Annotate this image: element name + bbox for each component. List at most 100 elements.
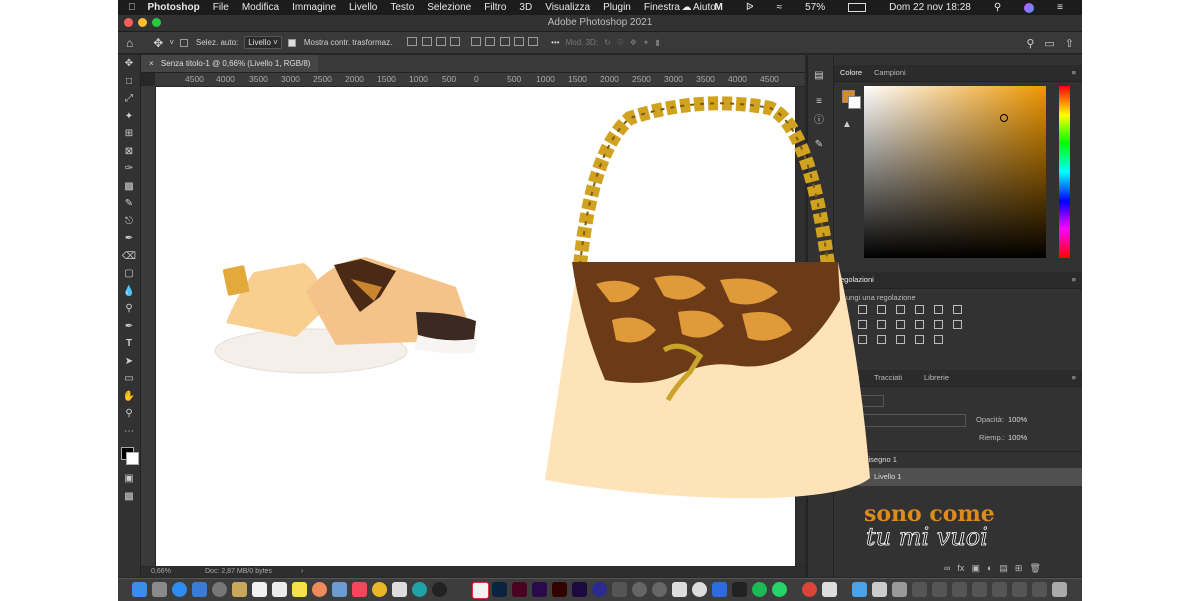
- pencil-icon[interactable]: [612, 582, 627, 597]
- magic-wand-tool-icon[interactable]: ✦: [118, 108, 140, 126]
- 3d-slide-icon[interactable]: ✦: [643, 38, 650, 47]
- rectangle-tool-icon[interactable]: ▭: [118, 370, 140, 388]
- menu-selezione[interactable]: Selezione: [427, 2, 471, 13]
- zoom-level[interactable]: 0,66%: [151, 567, 171, 577]
- background-color-swatch[interactable]: [126, 452, 139, 465]
- dodge-tool-icon[interactable]: ⚲: [118, 300, 140, 318]
- align-bottom-icon[interactable]: [499, 37, 510, 46]
- distribute-v-icon[interactable]: [513, 37, 524, 46]
- notes-icon[interactable]: [232, 582, 247, 597]
- threshold-icon[interactable]: [896, 335, 905, 344]
- finder-icon[interactable]: [132, 582, 147, 597]
- hue-saturation-icon[interactable]: [953, 305, 962, 314]
- screen-mode-icon[interactable]: ▩: [118, 488, 140, 506]
- menu-testo[interactable]: Testo: [390, 2, 414, 13]
- minimized-window-icon-3[interactable]: [952, 582, 967, 597]
- info-panel-icon[interactable]: ⓘ: [808, 110, 830, 128]
- screenshot-stack-icon[interactable]: [892, 582, 907, 597]
- 3d-orbit-icon[interactable]: ↻: [604, 38, 611, 47]
- wifi-icon[interactable]: ≈: [777, 2, 783, 13]
- move-tool-preset-icon[interactable]: ✥: [153, 36, 163, 50]
- spotify-icon[interactable]: [752, 582, 767, 597]
- tab-colore[interactable]: Colore: [840, 68, 862, 77]
- align-right-icon[interactable]: [435, 37, 446, 46]
- zoom-tool-icon[interactable]: ⚲: [118, 405, 140, 423]
- crop-tool-icon[interactable]: ⊞: [118, 125, 140, 143]
- menu-modifica[interactable]: Modifica: [242, 2, 279, 13]
- auto-select-dropdown[interactable]: Livello ˅: [244, 36, 282, 49]
- preview-icon[interactable]: [332, 582, 347, 597]
- link-layers-icon[interactable]: ∞: [944, 563, 950, 574]
- edit-toolbar-icon[interactable]: ⋯: [118, 423, 140, 441]
- downloads-folder-icon[interactable]: [852, 582, 867, 597]
- close-tab-icon[interactable]: ×: [149, 59, 154, 68]
- gradient-map-icon[interactable]: [915, 335, 924, 344]
- creative-cloud-icon[interactable]: ☁: [682, 2, 692, 13]
- new-layer-icon[interactable]: ⊞: [1015, 563, 1023, 574]
- layer-style-icon[interactable]: fx: [957, 563, 964, 574]
- vibrance-icon[interactable]: [934, 305, 943, 314]
- properties-panel-icon[interactable]: ≡: [808, 93, 830, 111]
- posterize-icon[interactable]: [877, 335, 886, 344]
- malwarebytes-icon[interactable]: M: [715, 2, 723, 13]
- photos-icon[interactable]: [312, 582, 327, 597]
- tab-tracciati[interactable]: Tracciati: [874, 373, 902, 382]
- path-selection-tool-icon[interactable]: ➤: [118, 353, 140, 371]
- workspace-icon[interactable]: ▭: [1044, 37, 1054, 50]
- blend-mode-dropdown[interactable]: [842, 414, 966, 427]
- hue-slider[interactable]: [1059, 86, 1070, 258]
- acrobat-icon[interactable]: [472, 582, 489, 599]
- photoshop-dock-icon[interactable]: [492, 582, 507, 597]
- type-tool-icon[interactable]: T: [118, 335, 140, 353]
- zoom-app-icon[interactable]: [822, 582, 837, 597]
- opacity-value[interactable]: 100%: [1008, 415, 1027, 424]
- distribute-h-icon[interactable]: [450, 37, 460, 46]
- document-stack-icon[interactable]: [872, 582, 887, 597]
- align-left-icon[interactable]: [407, 37, 418, 46]
- menu-filtro[interactable]: Filtro: [484, 2, 506, 13]
- 3d-drag-icon[interactable]: ✥: [630, 38, 637, 47]
- move-tool-icon[interactable]: ✥: [118, 55, 140, 73]
- chevron-right-icon[interactable]: ›: [301, 567, 303, 577]
- arduino-icon[interactable]: [412, 582, 427, 597]
- menu-plugin[interactable]: Plugin: [603, 2, 631, 13]
- clone-stamp-tool-icon[interactable]: ⎋: [118, 213, 140, 231]
- calendar-icon[interactable]: [252, 582, 267, 597]
- brightness-icon[interactable]: [858, 305, 867, 314]
- 3d-camera-icon[interactable]: ▮: [655, 38, 659, 47]
- brush-panel-icon[interactable]: ✎: [808, 136, 830, 154]
- align-middle-v-icon[interactable]: [485, 37, 496, 46]
- more-options-icon[interactable]: •••: [551, 38, 559, 47]
- gradient-tool-icon[interactable]: ▢: [118, 265, 140, 283]
- canvas-vertical-scrollbar[interactable]: [796, 87, 805, 566]
- color-picker-field[interactable]: [864, 86, 1046, 258]
- artboard-row[interactable]: la da disegno 1: [834, 451, 1082, 468]
- menu-livello[interactable]: Livello: [349, 2, 377, 13]
- document-info[interactable]: Doc: 2,87 MB/0 bytes: [205, 567, 272, 577]
- panel-menu-icon[interactable]: ≡: [1072, 275, 1076, 284]
- control-center-icon[interactable]: ≡: [1057, 2, 1063, 13]
- blur-tool-icon[interactable]: 💧: [118, 283, 140, 301]
- apple-icon[interactable]: : [128, 2, 136, 13]
- color-lookup-icon[interactable]: [934, 320, 943, 329]
- home-icon[interactable]: ⌂: [126, 36, 133, 50]
- menu-visualizza[interactable]: Visualizza: [545, 2, 590, 13]
- chrome-dock-icon[interactable]: [802, 582, 817, 597]
- brush-tool-icon[interactable]: ✎: [118, 195, 140, 213]
- tab-campioni[interactable]: Campioni: [874, 68, 906, 77]
- foreground-background-colors[interactable]: [118, 440, 140, 470]
- illustrator-icon[interactable]: [552, 582, 567, 597]
- system-preferences-icon[interactable]: [212, 582, 227, 597]
- distribute-spacing-icon[interactable]: [528, 37, 539, 46]
- minimized-window-icon-6[interactable]: [1012, 582, 1027, 597]
- photo-filter-icon[interactable]: [896, 320, 905, 329]
- whatsapp-icon[interactable]: [772, 582, 787, 597]
- creative-cloud-dock-icon[interactable]: [592, 582, 607, 597]
- minimized-window-icon-5[interactable]: [992, 582, 1007, 597]
- layer-row[interactable]: Livello 1: [834, 468, 1082, 486]
- frame-tool-icon[interactable]: ⊠: [118, 143, 140, 161]
- menubar-datetime[interactable]: Dom 22 nov 18:28: [889, 2, 971, 13]
- healing-brush-tool-icon[interactable]: ▩: [118, 178, 140, 196]
- black-white-icon[interactable]: [877, 320, 886, 329]
- add-mask-icon[interactable]: ▣: [971, 563, 980, 574]
